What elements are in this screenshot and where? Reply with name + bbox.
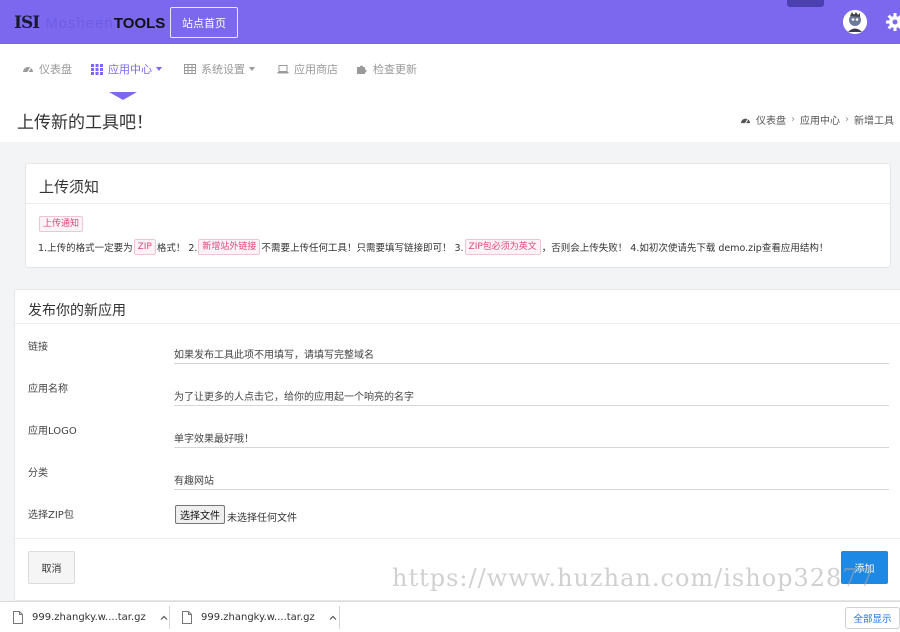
divider <box>169 606 170 629</box>
choose-file-button[interactable]: 选择文件 <box>175 505 225 524</box>
notice-tag: 上传通知 <box>39 216 84 232</box>
cancel-button[interactable]: 取消 <box>28 551 75 584</box>
breadcrumb-separator: › <box>845 114 849 125</box>
external-link-tag: 新增站外链接 <box>198 239 261 255</box>
site-home-button[interactable]: 站点首页 <box>170 7 238 38</box>
file-status: 未选择任何文件 <box>227 513 297 524</box>
chevron-down-icon <box>249 67 255 71</box>
download-item[interactable]: 999.zhangky.w....tar.gz <box>182 602 337 632</box>
divider <box>15 538 900 539</box>
app-name-input[interactable]: 为了让更多的人点击它，给你的应用起一个响亮的名字 <box>174 382 889 406</box>
nav-item-check-updates[interactable]: 检查更新 <box>356 61 417 77</box>
app-logo-input[interactable]: 单字效果最好哦！ <box>174 424 889 448</box>
download-filename: 999.zhangky.w....tar.gz <box>201 612 315 623</box>
app-name-label: 应用名称 <box>28 384 68 395</box>
notice-text-part: ，否则会上传失败！ 4.如初次使请先下载 demo.zip查看应用结构！ <box>541 243 829 254</box>
divider <box>26 203 890 204</box>
laptop-icon <box>277 65 289 74</box>
download-item[interactable]: 999.zhangky.w....tar.gz <box>13 602 168 632</box>
settings-gear-icon[interactable] <box>884 11 900 33</box>
chevron-up-icon[interactable] <box>329 614 337 622</box>
notice-text: 1.上传的格式一定要为 ZIP 格式！ 2. 新增站外链接 不需要上传任何工具！… <box>38 239 828 255</box>
nav-label: 检查更新 <box>373 63 417 76</box>
page-title: 上传新的工具吧！ <box>17 113 153 133</box>
logo-mark: ISI <box>14 13 40 33</box>
notice-text-part: 不需要上传任何工具！只需要填写链接即可！ 3. <box>261 243 464 254</box>
divider <box>15 323 900 324</box>
logo-text-bold: TOOLS <box>113 14 166 32</box>
nav-item-app-center[interactable]: 应用中心 <box>91 61 162 77</box>
nav-active-pointer <box>109 92 137 100</box>
grid-icon <box>91 64 103 75</box>
chevron-up-icon[interactable] <box>160 614 168 622</box>
breadcrumb-item-app-center[interactable]: 应用中心 <box>800 112 840 127</box>
user-avatar[interactable] <box>843 10 867 34</box>
nav-label: 应用商店 <box>294 63 338 76</box>
english-zip-tag: ZIP包必须为英文 <box>464 239 541 255</box>
zip-label: 选择ZIP包 <box>28 510 74 521</box>
nav-label: 仪表盘 <box>39 63 72 76</box>
breadcrumb-item-dashboard[interactable]: 仪表盘 <box>756 112 786 127</box>
notice-title: 上传须知 <box>39 178 100 196</box>
watermark: https://www.huzhan.com/ishop32877 <box>392 564 875 592</box>
notice-text-part: 格式！ 2. <box>156 243 198 254</box>
breadcrumb: 仪表盘 › 应用中心 › 新增工具 <box>740 112 894 127</box>
top-tab-indicator <box>787 0 824 7</box>
breadcrumb-item-current: 新增工具 <box>854 116 894 127</box>
nav-label: 应用中心 <box>108 63 152 76</box>
nav-item-dashboard[interactable]: 仪表盘 <box>22 61 72 77</box>
category-label: 分类 <box>28 468 48 479</box>
file-icon <box>182 611 192 624</box>
notice-text-part: 1.上传的格式一定要为 <box>38 243 133 254</box>
nav-item-app-store[interactable]: 应用商店 <box>277 61 338 77</box>
table-icon <box>184 64 196 74</box>
chevron-down-icon <box>156 67 162 71</box>
zip-tag: ZIP <box>133 239 156 255</box>
logo-text-faded: Mosheen <box>45 14 114 32</box>
downloads-bar: 999.zhangky.w....tar.gz 999.zhangky.w...… <box>0 601 900 632</box>
form-title: 发布你的新应用 <box>28 303 126 319</box>
nav-item-system-settings[interactable]: 系统设置 <box>184 61 255 77</box>
dashboard-icon <box>23 67 33 73</box>
dashboard-icon <box>741 118 750 124</box>
upload-notice-card: 上传须知 上传通知 1.上传的格式一定要为 ZIP 格式！ 2. 新增站外链接 … <box>25 163 891 268</box>
divider <box>339 606 340 629</box>
nav-label: 系统设置 <box>201 63 245 76</box>
site-logo[interactable]: ISI Mosheen TOOLS <box>14 12 165 34</box>
download-filename: 999.zhangky.w....tar.gz <box>32 612 146 623</box>
main-nav: 仪表盘 应用中心 系统设置 应用商店 检查更新 <box>0 44 900 92</box>
show-all-downloads-button[interactable]: 全部显示 <box>845 607 900 629</box>
app-logo-label: 应用LOGO <box>28 426 77 437</box>
link-input[interactable]: 如果发布工具此项不用填写，请填写完整域名 <box>174 340 889 364</box>
breadcrumb-separator: › <box>791 114 795 125</box>
publish-app-form: 发布你的新应用 链接 如果发布工具此项不用填写，请填写完整域名 应用名称 为了让… <box>14 289 900 601</box>
top-bar: ISI Mosheen TOOLS 站点首页 <box>0 0 900 44</box>
link-label: 链接 <box>28 342 48 353</box>
file-icon <box>13 611 23 624</box>
category-input[interactable]: 有趣网站 <box>174 466 889 490</box>
puzzle-icon <box>357 65 367 74</box>
